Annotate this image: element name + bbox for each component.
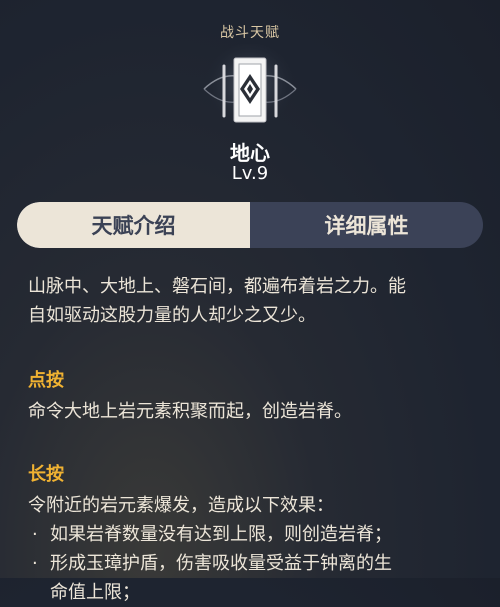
bullet-dot: ·	[32, 524, 38, 545]
tab-talent-intro[interactable]: 天赋介绍	[17, 202, 250, 248]
stone-stele-icon	[203, 44, 297, 135]
talent-name: 地心	[230, 141, 270, 165]
description-line-1: 山脉中、大地上、磐石间，都遍布着岩之力。能	[28, 276, 406, 297]
tap-section-title: 点按	[28, 370, 64, 391]
tab-detailed-attributes[interactable]: 详细属性	[250, 202, 483, 248]
hold-bullet-2: · 形成玉璋护盾，伤害吸收量受益于钟离的生	[28, 549, 476, 578]
hold-bullet-2-text: 形成玉璋护盾，伤害吸收量受益于钟离的生	[50, 553, 392, 574]
description-line-2: 自如驱动这股力量的人却少之又少。	[28, 305, 316, 326]
hold-section-title: 长按	[28, 464, 64, 485]
bullet-dot: ·	[32, 553, 38, 574]
hold-bullet-2-cont-text: 命值上限；	[50, 582, 140, 603]
hold-bullet-2-cont: 命值上限；	[28, 578, 476, 607]
tap-section-text: 命令大地上岩元素积聚而起，创造岩脊。	[28, 401, 352, 422]
talent-category: 战斗天赋	[220, 25, 280, 41]
hold-bullet-1-text: 如果岩脊数量没有达到上限，则创造岩脊；	[50, 524, 392, 545]
hold-bullet-1: · 如果岩脊数量没有达到上限，则创造岩脊；	[28, 520, 476, 549]
talent-header: 战斗天赋 地心 Lv.9	[0, 0, 500, 200]
talent-level: Lv.9	[231, 163, 269, 184]
hold-section-text: 令附近的岩元素爆发，造成以下效果：	[28, 495, 334, 516]
tab-bar: 天赋介绍 详细属性	[17, 202, 483, 248]
talent-description-panel[interactable]: 山脉中、大地上、磐石间，都遍布着岩之力。能 自如驱动这股力量的人却少之又少。 点…	[28, 272, 476, 607]
